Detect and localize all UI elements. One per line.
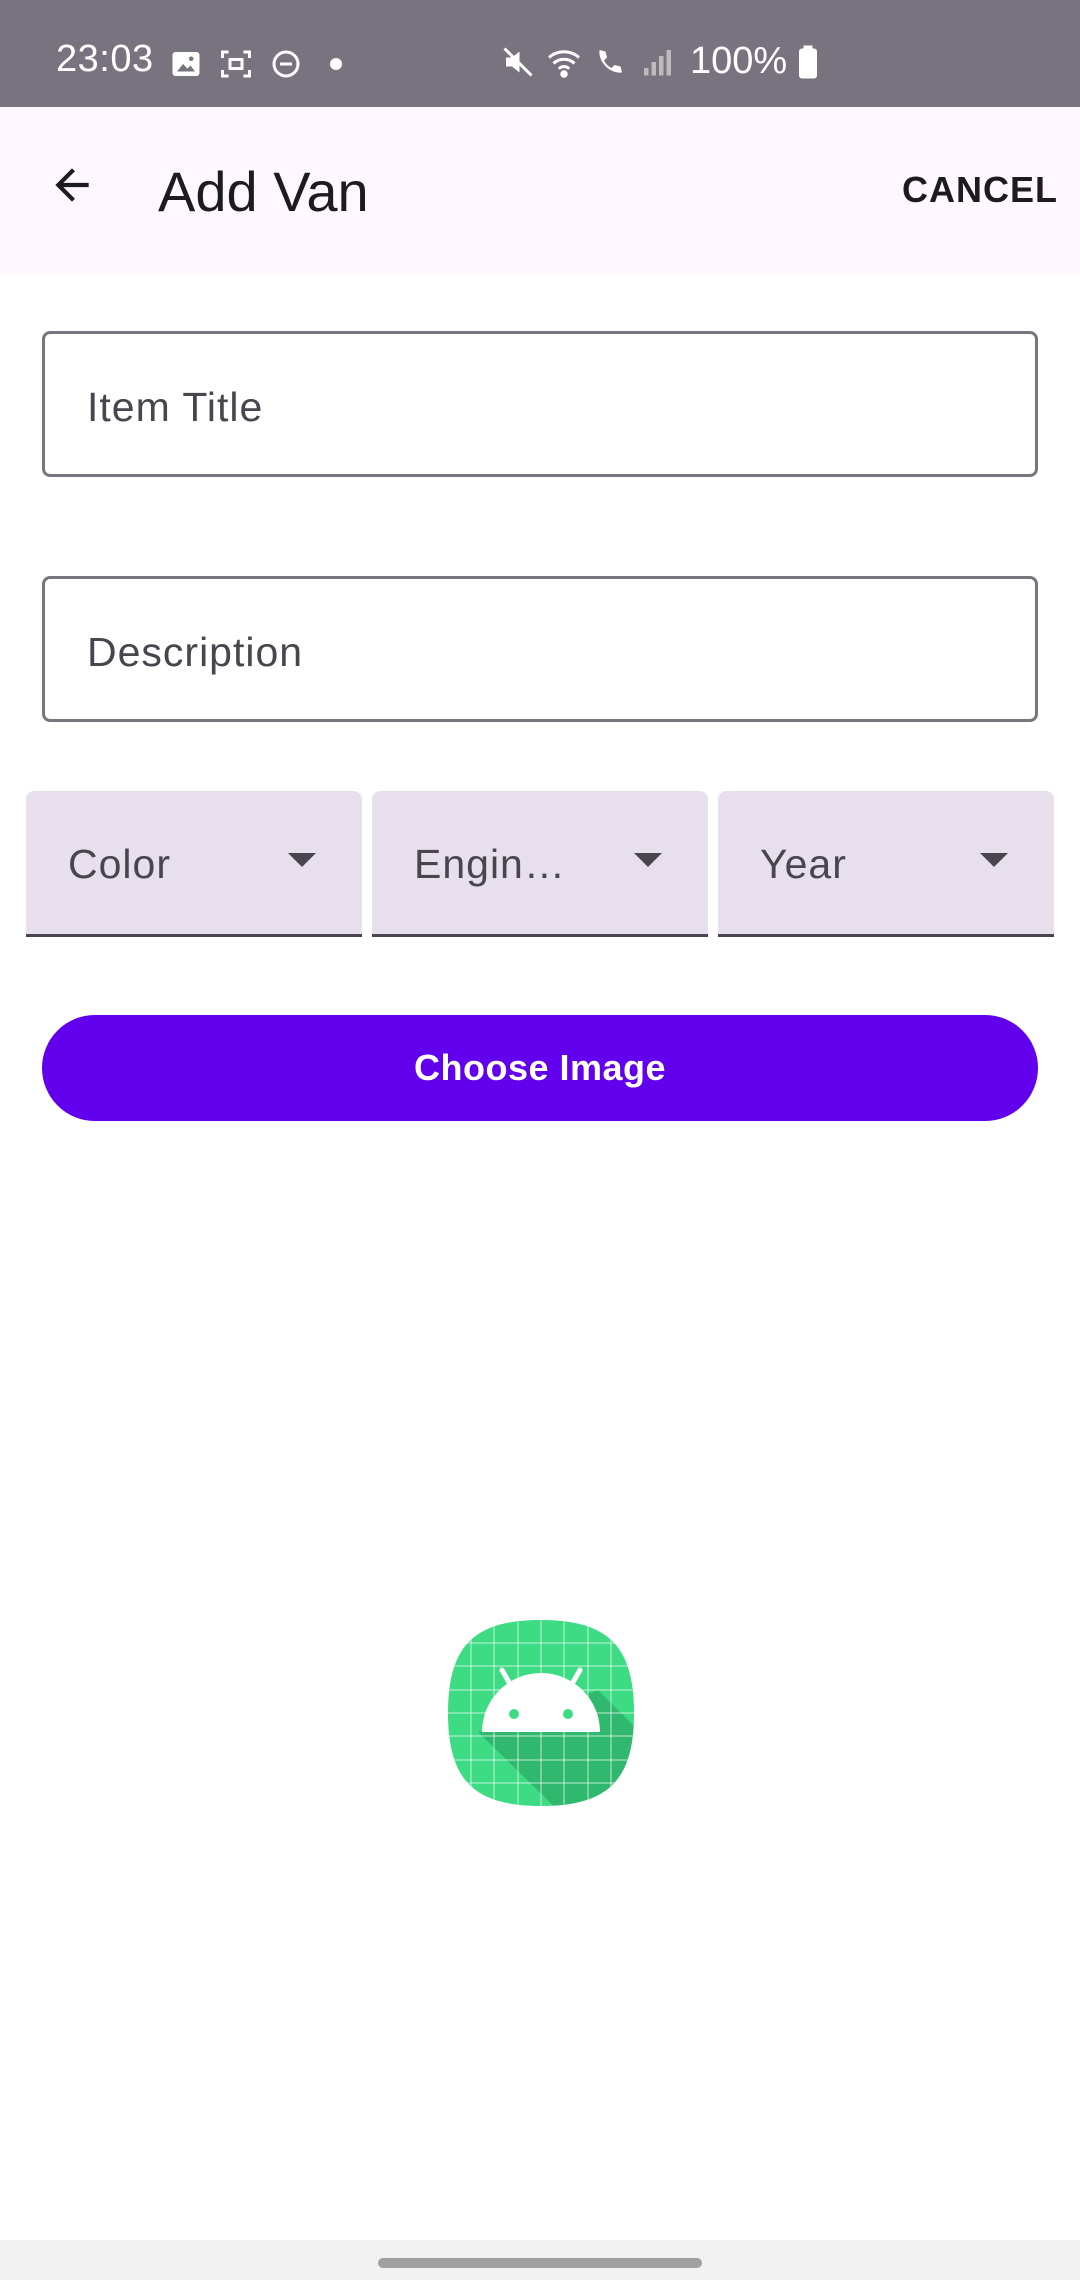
image-preview <box>448 1620 634 1806</box>
item-title-placeholder: Item Title <box>87 384 264 430</box>
back-button[interactable] <box>36 149 108 221</box>
status-bar: 23:03 100% <box>0 0 1080 107</box>
color-dropdown-label: Color <box>68 841 171 887</box>
image-icon <box>168 46 204 82</box>
wifi-calling-icon <box>592 44 628 80</box>
year-dropdown[interactable]: Year <box>718 791 1054 937</box>
android-placeholder-icon <box>448 1620 634 1806</box>
color-dropdown[interactable]: Color <box>26 791 362 937</box>
wifi-icon <box>546 44 582 80</box>
dropdown-arrow-icon <box>288 853 316 867</box>
dropdown-arrow-icon <box>980 853 1008 867</box>
dropdown-arrow-icon <box>634 853 662 867</box>
engine-dropdown[interactable]: Engin… <box>372 791 708 937</box>
signal-icon <box>638 44 674 80</box>
top-app-bar: Add Van CANCEL <box>0 107 1080 275</box>
choose-image-button[interactable]: Choose Image <box>42 1015 1038 1121</box>
battery-icon <box>797 44 819 80</box>
status-right: 100% <box>500 40 819 83</box>
mute-icon <box>500 44 536 80</box>
year-dropdown-label: Year <box>760 841 847 887</box>
description-placeholder: Description <box>87 629 304 675</box>
description-field[interactable]: Description <box>42 576 1038 722</box>
status-time: 23:03 <box>56 38 154 80</box>
do-not-disturb-icon <box>268 46 304 82</box>
screenshot-icon <box>218 46 254 82</box>
gesture-nav-bar <box>0 2240 1080 2280</box>
dot-icon <box>318 46 354 82</box>
home-handle[interactable] <box>378 2258 702 2268</box>
cancel-button[interactable]: CANCEL <box>902 169 1058 211</box>
engine-dropdown-label: Engin… <box>414 841 566 887</box>
status-left-icons <box>168 46 354 82</box>
battery-percent: 100% <box>690 40 788 82</box>
item-title-field[interactable]: Item Title <box>42 331 1038 477</box>
arrow-back-icon <box>55 168 89 202</box>
page-title: Add Van <box>158 160 369 223</box>
